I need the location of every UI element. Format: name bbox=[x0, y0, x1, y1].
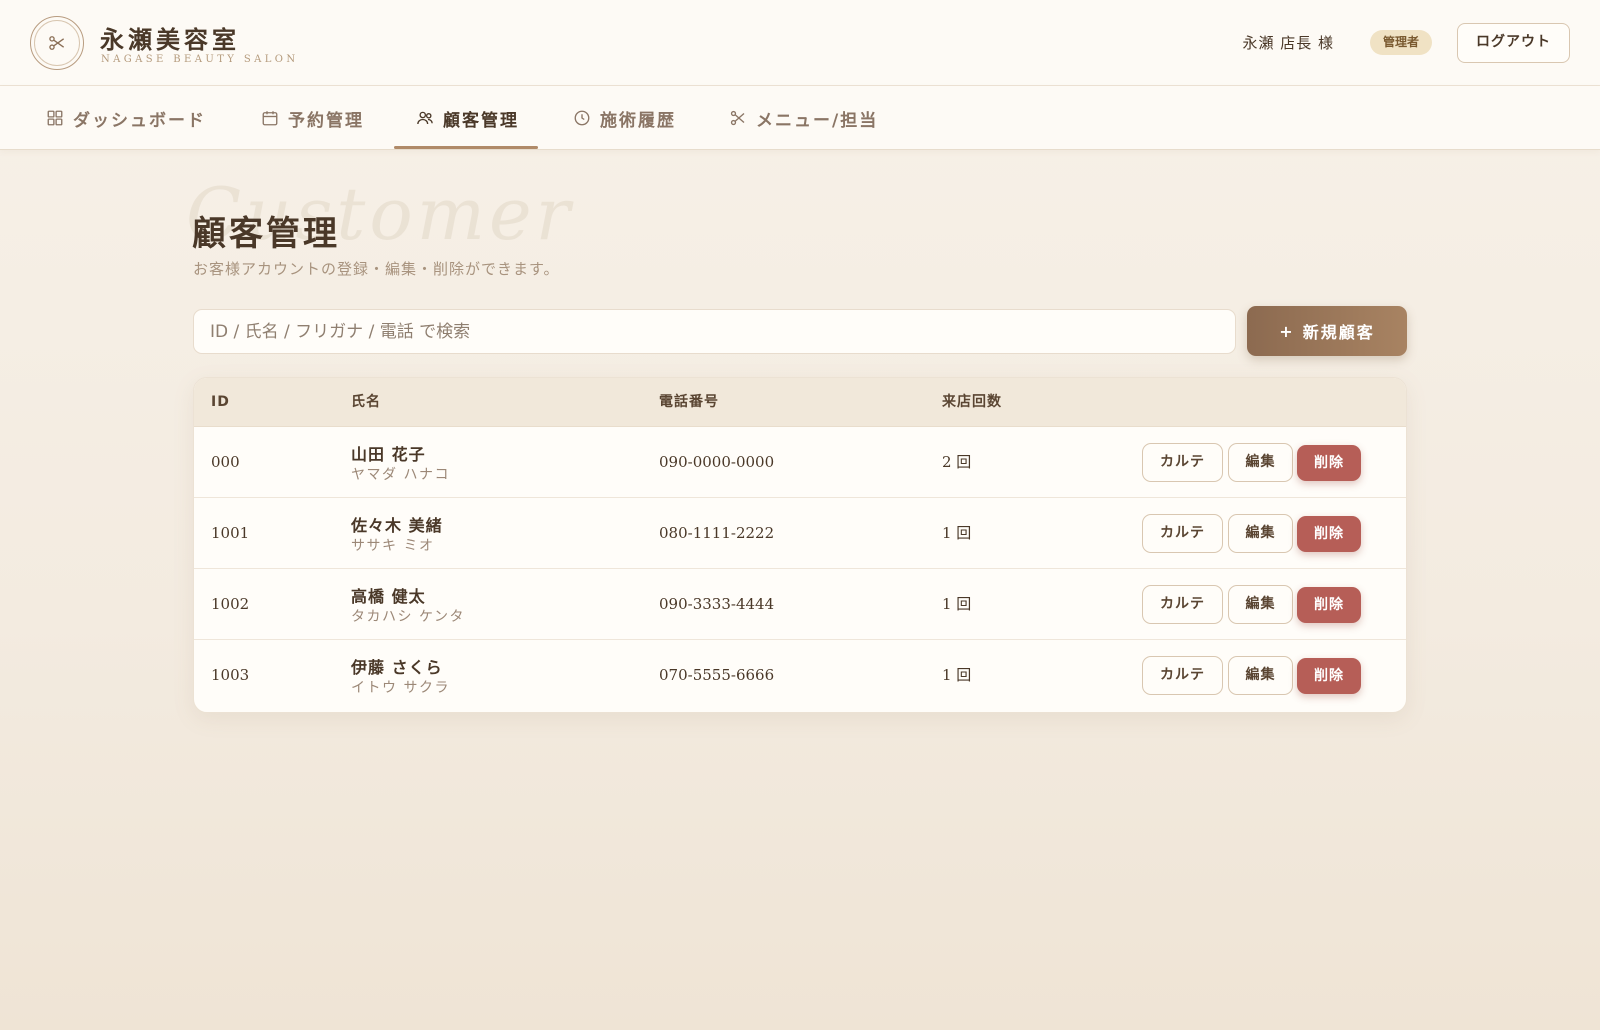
cell-name: 伊藤 さくら bbox=[351, 658, 443, 677]
edit-button[interactable]: 編集 bbox=[1228, 514, 1293, 553]
nav-item-reservations[interactable]: 予約管理 bbox=[261, 86, 364, 150]
nav-item-customers[interactable]: 顧客管理 bbox=[416, 86, 519, 150]
table-row: 000 山田 花子 ヤマダ ハナコ 090-0000-0000 2 回 カルテ … bbox=[194, 427, 1406, 498]
column-header-phone: 電話番号 bbox=[659, 394, 719, 410]
edit-button[interactable]: 編集 bbox=[1228, 656, 1293, 695]
edit-button[interactable]: 編集 bbox=[1228, 585, 1293, 624]
page-title: 顧客管理 bbox=[192, 214, 340, 254]
delete-button[interactable]: 削除 bbox=[1297, 587, 1361, 623]
dashboard-icon bbox=[47, 110, 63, 126]
app-header: 永瀬美容室 NAGASE BEAUTY SALON 永瀬 店長 様 管理者 ログ… bbox=[0, 0, 1600, 86]
nav-item-menu-staff[interactable]: メニュー/担当 bbox=[729, 86, 878, 150]
karte-button[interactable]: カルテ bbox=[1142, 514, 1223, 553]
logout-button[interactable]: ログアウト bbox=[1457, 23, 1570, 63]
cell-visits: 1 回 bbox=[942, 666, 972, 684]
column-header-visits: 来店回数 bbox=[942, 394, 1002, 410]
cell-kana: タカハシ ケンタ bbox=[351, 609, 466, 625]
logo bbox=[30, 16, 84, 70]
table-header: ID 氏名 電話番号 来店回数 bbox=[194, 378, 1406, 427]
nav-label: ダッシュボード bbox=[73, 110, 206, 131]
new-customer-label: 新規顧客 bbox=[1302, 323, 1375, 342]
cell-phone: 090-3333-4444 bbox=[659, 595, 775, 613]
cell-id: 1002 bbox=[211, 595, 250, 613]
customer-table: ID 氏名 電話番号 来店回数 000 山田 花子 ヤマダ ハナコ 090-00… bbox=[193, 377, 1407, 713]
cell-kana: ヤマダ ハナコ bbox=[351, 467, 450, 483]
column-header-id: ID bbox=[211, 394, 230, 410]
clock-icon bbox=[574, 110, 590, 126]
cell-visits: 2 回 bbox=[942, 453, 972, 471]
main-nav: ダッシュボード 予約管理 顧客管理 施術履歴 メニュー/担当 bbox=[0, 86, 1600, 150]
cell-id: 000 bbox=[211, 453, 240, 471]
nav-item-dashboard[interactable]: ダッシュボード bbox=[46, 86, 206, 150]
scissors-icon bbox=[730, 110, 745, 126]
delete-button[interactable]: 削除 bbox=[1297, 445, 1361, 481]
scissors-icon bbox=[49, 36, 65, 50]
user-name: 永瀬 店長 様 bbox=[1242, 34, 1334, 52]
karte-button[interactable]: カルテ bbox=[1142, 585, 1223, 624]
new-customer-button[interactable]: + 新規顧客 bbox=[1247, 306, 1407, 356]
cell-visits: 1 回 bbox=[942, 595, 972, 613]
cell-phone: 070-5555-6666 bbox=[659, 666, 775, 684]
brand-name: 永瀬美容室 bbox=[100, 25, 240, 54]
users-icon bbox=[417, 111, 433, 125]
edit-button[interactable]: 編集 bbox=[1228, 443, 1293, 482]
cell-id: 1001 bbox=[211, 524, 250, 542]
nav-label: 予約管理 bbox=[288, 110, 364, 131]
cell-phone: 080-1111-2222 bbox=[659, 524, 775, 542]
cell-name: 佐々木 美緒 bbox=[351, 516, 443, 535]
brand-subtitle: NAGASE BEAUTY SALON bbox=[101, 54, 299, 65]
page-description: お客様アカウントの登録・編集・削除ができます。 bbox=[193, 260, 560, 278]
cell-visits: 1 回 bbox=[942, 524, 972, 542]
nav-label: 施術履歴 bbox=[600, 110, 676, 131]
nav-label: 顧客管理 bbox=[443, 110, 519, 131]
cell-kana: イトウ サクラ bbox=[351, 680, 450, 696]
cell-name: 高橋 健太 bbox=[351, 587, 426, 606]
plus-icon: + bbox=[1279, 321, 1295, 341]
search-input[interactable] bbox=[193, 309, 1236, 354]
cell-name: 山田 花子 bbox=[351, 445, 426, 464]
table-row: 1001 佐々木 美緒 ササキ ミオ 080-1111-2222 1 回 カルテ… bbox=[194, 498, 1406, 569]
cell-id: 1003 bbox=[211, 666, 250, 684]
active-tab-indicator bbox=[394, 146, 538, 149]
karte-button[interactable]: カルテ bbox=[1142, 443, 1223, 482]
table-row: 1002 高橋 健太 タカハシ ケンタ 090-3333-4444 1 回 カル… bbox=[194, 569, 1406, 640]
nav-item-history[interactable]: 施術履歴 bbox=[573, 86, 676, 150]
calendar-icon bbox=[262, 111, 278, 126]
delete-button[interactable]: 削除 bbox=[1297, 658, 1361, 694]
cell-kana: ササキ ミオ bbox=[351, 538, 435, 554]
column-header-name: 氏名 bbox=[351, 394, 381, 410]
role-badge: 管理者 bbox=[1370, 30, 1433, 55]
delete-button[interactable]: 削除 bbox=[1297, 516, 1361, 552]
cell-phone: 090-0000-0000 bbox=[659, 453, 775, 471]
nav-label: メニュー/担当 bbox=[756, 110, 879, 131]
table-row: 1003 伊藤 さくら イトウ サクラ 070-5555-6666 1 回 カル… bbox=[194, 640, 1406, 711]
karte-button[interactable]: カルテ bbox=[1142, 656, 1223, 695]
